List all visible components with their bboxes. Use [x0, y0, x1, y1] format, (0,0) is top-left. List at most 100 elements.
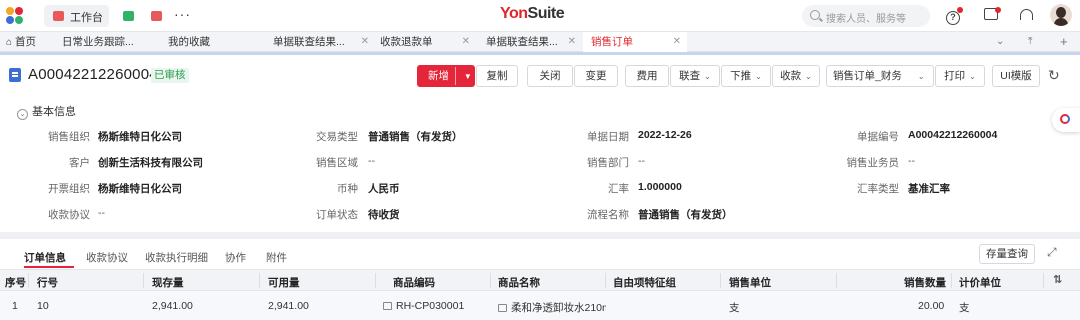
- field-label: 币种: [337, 183, 358, 195]
- tab-favorites[interactable]: 我的收藏: [168, 32, 264, 52]
- cell-stock: 2,941.00: [152, 300, 193, 312]
- column-header: 商品名称: [498, 277, 540, 289]
- assistant-icon: [1060, 114, 1070, 124]
- field-label: 订单状态: [316, 209, 358, 221]
- cell-quantity: 20.00: [918, 300, 945, 312]
- column-settings-icon[interactable]: ⇅: [1053, 273, 1062, 286]
- column-divider: [836, 273, 837, 288]
- fee-button[interactable]: 费用: [625, 65, 669, 87]
- chevron-down-icon: ⌄: [704, 72, 711, 81]
- field-label: 单据日期: [587, 131, 629, 143]
- tab-payment-execution[interactable]: 收款执行明细: [145, 250, 208, 265]
- app-shortcut-icon[interactable]: [123, 11, 134, 21]
- brand-logo: YonSuite: [500, 5, 565, 22]
- chevron-down-icon[interactable]: ⌄: [17, 109, 28, 120]
- add-tab-icon[interactable]: +: [1060, 32, 1068, 52]
- cell-price-unit: 支: [959, 302, 970, 314]
- close-tab-icon[interactable]: ✕: [673, 32, 681, 52]
- user-avatar[interactable]: [1050, 4, 1072, 26]
- push-down-button[interactable]: 下推 ⌄: [721, 65, 771, 87]
- top-bar: 工作台 ··· YonSuite 搜索人员、服务等 ?: [0, 0, 1080, 32]
- column-header: 现存量: [152, 277, 184, 289]
- ui-template-button[interactable]: UI模版: [992, 65, 1040, 87]
- table-header: 序号 行号 现存量 可用量 商品编码 商品名称 自由项特征组 销售单位 销售数量…: [0, 269, 1080, 291]
- copy-button[interactable]: 复制: [476, 65, 518, 87]
- change-button[interactable]: 变更: [574, 65, 618, 87]
- field-label: 交易类型: [316, 131, 358, 143]
- workbench-app-icon: [53, 11, 64, 21]
- field-value-sales-org: 杨斯维特日化公司: [98, 131, 182, 143]
- tab-order-info[interactable]: 订单信息: [24, 250, 66, 265]
- more-apps-icon[interactable]: ···: [174, 6, 191, 22]
- customer-service-icon[interactable]: [1018, 8, 1034, 24]
- tab-sales-order[interactable]: 销售订单 ✕: [583, 32, 687, 52]
- stock-query-button[interactable]: 存量查询: [979, 244, 1035, 264]
- chevron-down-icon[interactable]: ▼: [464, 67, 472, 87]
- cell-seq: 1: [12, 300, 18, 312]
- search-icon: [810, 10, 820, 20]
- tab-daily-tracking[interactable]: 日常业务跟踪...: [62, 32, 158, 52]
- refresh-icon[interactable]: ↻: [1048, 67, 1060, 84]
- home-icon: ⌂: [6, 37, 13, 48]
- search-placeholder: 搜索人员、服务等: [826, 14, 906, 25]
- workbench-tab[interactable]: 工作台: [44, 5, 109, 27]
- chevron-down-icon[interactable]: ⌄: [996, 32, 1004, 52]
- field-value-doc-no: A00042212260004: [908, 129, 998, 141]
- tab-receipt-refund[interactable]: 收款退款单 ✕: [380, 32, 470, 52]
- app-logo-icon[interactable]: [6, 7, 24, 25]
- new-button[interactable]: 新增 ▼: [417, 65, 475, 87]
- print-template-select[interactable]: 销售订单_财务 ⌄: [826, 65, 934, 87]
- content-top-border: [0, 52, 1080, 55]
- column-divider: [259, 273, 260, 288]
- column-header: 自由项特征组: [613, 277, 676, 289]
- column-header: 商品编码: [393, 277, 435, 289]
- field-value-sales-dept: --: [638, 155, 645, 167]
- tab-attachments[interactable]: 附件: [266, 250, 287, 265]
- close-order-button[interactable]: 关闭: [527, 65, 573, 87]
- cell-line-no: 10: [37, 300, 49, 312]
- field-label: 客户: [69, 157, 90, 169]
- close-tab-icon[interactable]: ✕: [462, 32, 470, 52]
- table-row[interactable]: 1 10 2,941.00 2,941.00 RH-CP030001 柔和净透卸…: [0, 291, 1080, 320]
- app-shortcut-icon[interactable]: [151, 11, 162, 21]
- floating-assistant-button[interactable]: [1052, 108, 1080, 132]
- field-value-currency: 人民币: [368, 183, 400, 195]
- field-value-sales-region: --: [368, 155, 375, 167]
- chevron-down-icon: ⌄: [969, 72, 976, 81]
- global-search-input[interactable]: 搜索人员、服务等: [802, 5, 930, 27]
- active-tab-indicator: [24, 266, 74, 268]
- tab-linked-query-2[interactable]: 单据联查结果... ✕: [486, 32, 576, 52]
- link-query-button[interactable]: 联查 ⌄: [670, 65, 720, 87]
- close-tab-icon[interactable]: ✕: [361, 32, 369, 52]
- cell-product-name[interactable]: 柔和净透卸妆水210m: [498, 300, 606, 315]
- cell-product-code[interactable]: RH-CP030001: [383, 300, 464, 312]
- column-divider: [375, 273, 376, 288]
- print-button[interactable]: 打印 ⌄: [935, 65, 985, 87]
- tab-home[interactable]: ⌂ 首页: [6, 32, 56, 52]
- field-label: 单据编号: [857, 131, 899, 143]
- tab-collaboration[interactable]: 协作: [225, 250, 246, 265]
- basic-info-header[interactable]: ⌄ 基本信息: [17, 103, 76, 120]
- field-value-exchange-rate: 1.000000: [638, 181, 682, 193]
- cell-sales-unit: 支: [729, 302, 740, 314]
- field-value-customer: 创新生活科技有限公司: [98, 157, 203, 169]
- message-badge-dot: [995, 7, 1001, 13]
- column-divider: [143, 273, 144, 288]
- collapse-up-icon[interactable]: ⤒: [1028, 32, 1032, 52]
- field-label: 销售业务员: [846, 157, 900, 169]
- column-header: 销售数量: [904, 277, 946, 289]
- column-header: 销售单位: [729, 277, 771, 289]
- chevron-down-icon: ⌄: [755, 72, 762, 81]
- receipt-button[interactable]: 收款 ⌄: [772, 65, 820, 87]
- section-separator: [0, 232, 1080, 239]
- fullscreen-icon[interactable]: ⤢: [1047, 245, 1057, 260]
- field-label: 汇率: [608, 183, 629, 195]
- field-label: 收款协议: [48, 209, 90, 221]
- tab-linked-query-1[interactable]: 单据联查结果... ✕: [273, 32, 369, 52]
- field-value-trade-type: 普通销售（有发货）: [368, 131, 463, 143]
- chevron-down-icon: ⌄: [917, 72, 925, 81]
- close-tab-icon[interactable]: ✕: [568, 32, 576, 52]
- tab-payment-terms[interactable]: 收款协议: [86, 250, 128, 265]
- cell-available: 2,941.00: [268, 300, 309, 312]
- field-value-doc-date: 2022-12-26: [638, 129, 692, 141]
